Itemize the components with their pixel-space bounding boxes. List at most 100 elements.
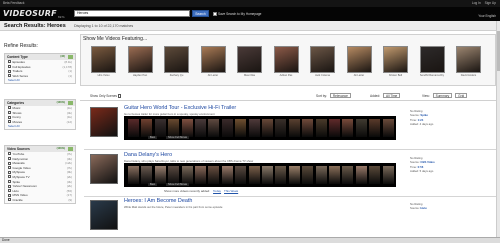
view-summary-button[interactable]: Summary	[432, 93, 453, 98]
featured-person-thumbnail[interactable]	[91, 46, 116, 73]
checkbox[interactable]	[8, 170, 11, 174]
featured-person[interactable]: David Anders	[455, 46, 482, 77]
checkbox[interactable]	[8, 189, 11, 193]
scene-frame[interactable]	[382, 166, 394, 184]
videosurf-logo[interactable]: VIDEOSURF	[3, 9, 57, 18]
scene-frame[interactable]	[315, 119, 327, 137]
featured-person-name[interactable]: Ali Larter	[200, 74, 227, 77]
save-search-checkbox[interactable]	[213, 11, 217, 16]
scene-frame[interactable]	[355, 119, 367, 137]
checkbox[interactable]	[8, 161, 11, 165]
view-grid-button[interactable]: Grid	[455, 93, 468, 98]
checkbox[interactable]	[8, 106, 11, 110]
scene-frame[interactable]	[235, 166, 247, 184]
scene-frame[interactable]	[329, 166, 340, 184]
featured-person-name[interactable]: Ali Larter	[346, 74, 373, 77]
featured-person-name[interactable]: Sendhil Ramamurthy	[419, 74, 446, 77]
signup-link[interactable]: Sign Up	[485, 1, 496, 5]
featured-person[interactable]: Hiro Yatsu	[90, 46, 117, 77]
featured-person-thumbnail[interactable]	[383, 46, 408, 73]
scene-frame[interactable]	[181, 166, 193, 184]
collapse-icon[interactable]	[68, 101, 73, 105]
scene-frame[interactable]	[195, 119, 206, 137]
scene-frame[interactable]	[369, 119, 381, 137]
save-search-toggle[interactable]: Save Search to My Homepage	[213, 11, 261, 17]
scene-frame[interactable]	[369, 166, 381, 184]
scene-frame[interactable]	[302, 119, 314, 137]
featured-person-thumbnail[interactable]	[419, 46, 445, 73]
checkbox[interactable]	[8, 74, 11, 78]
scene-frame[interactable]	[248, 166, 260, 184]
checkbox[interactable]	[8, 157, 11, 160]
scene-frame[interactable]	[208, 166, 220, 184]
scene-frame[interactable]	[141, 119, 153, 137]
search-input[interactable]: Heroes	[74, 10, 190, 17]
featured-person[interactable]: Ali Larter	[346, 46, 373, 77]
select-all-link[interactable]: Select All	[5, 124, 75, 129]
collapse-icon[interactable]	[68, 147, 73, 151]
scene-frame[interactable]	[168, 119, 180, 137]
scene-frame[interactable]	[221, 166, 233, 184]
featured-person-name[interactable]: Zachary Qu	[163, 74, 190, 77]
scene-frame[interactable]	[208, 119, 220, 137]
featured-person[interactable]: Masi Oka	[236, 46, 263, 77]
filter-option[interactable]: Web Series (1)	[5, 74, 75, 79]
featured-person-thumbnail[interactable]	[237, 46, 262, 73]
featured-person[interactable]: Jack Colema	[309, 46, 336, 77]
scene-frame[interactable]	[221, 119, 233, 137]
scene-frame[interactable]	[181, 119, 193, 137]
scene-frame[interactable]	[275, 166, 287, 184]
show-full-movie-button[interactable]: Show Full Movie	[166, 183, 190, 186]
featured-person-thumbnail[interactable]	[127, 46, 153, 73]
scene-frame[interactable]	[342, 119, 354, 137]
search-button[interactable]: Search	[192, 10, 209, 17]
scene-frame[interactable]	[275, 119, 287, 137]
featured-person[interactable]: Ali Larter	[200, 46, 227, 77]
scene-frame[interactable]	[262, 119, 273, 137]
beta-feedback-link[interactable]: Beta Feedback	[3, 0, 24, 7]
checkbox[interactable]	[8, 179, 11, 183]
scene-frame[interactable]	[141, 166, 153, 184]
featured-person-thumbnail[interactable]	[200, 46, 226, 73]
featured-person-thumbnail[interactable]	[456, 46, 481, 73]
featured-person-thumbnail[interactable]	[273, 46, 299, 73]
best-button[interactable]: Best	[148, 136, 158, 139]
featured-person[interactable]: Adrian Pas	[273, 46, 300, 77]
recently-added-link[interactable]: This Week	[224, 189, 238, 193]
result-title-link[interactable]: Dana Delany's Hero	[124, 152, 172, 158]
featured-person-thumbnail[interactable]	[346, 46, 372, 73]
featured-person-name[interactable]: Jack Colema	[309, 74, 336, 77]
checkbox[interactable]	[8, 175, 11, 179]
scrollbar[interactable]	[496, 21, 500, 238]
show-only-scenes-checkbox[interactable]	[117, 94, 122, 98]
filter-option[interactable]: Movies (12)	[5, 120, 75, 125]
scene-frame[interactable]	[329, 119, 340, 137]
scene-frame[interactable]	[342, 166, 354, 184]
checkbox[interactable]	[8, 60, 11, 64]
checkbox[interactable]	[8, 120, 11, 124]
result-thumbnail[interactable]	[90, 200, 118, 230]
show-only-scenes[interactable]: Show Only Scenes	[90, 93, 122, 99]
checkbox[interactable]	[8, 65, 11, 68]
scene-frame[interactable]	[288, 119, 300, 137]
scene-frame[interactable]	[355, 166, 367, 184]
added-select[interactable]: All Time	[383, 93, 401, 98]
featured-person-thumbnail[interactable]	[164, 46, 189, 73]
language-selector[interactable]: Your English	[478, 14, 496, 18]
checkbox[interactable]	[8, 111, 11, 114]
scene-frame[interactable]	[168, 166, 180, 184]
featured-person-name[interactable]: Masi Oka	[236, 74, 263, 77]
scene-frame[interactable]	[128, 166, 139, 184]
featured-person-name[interactable]: David Anders	[455, 74, 482, 77]
result-title-link[interactable]: Heroes: I Am Become Death	[124, 198, 192, 204]
result-thumbnail[interactable]	[90, 154, 118, 184]
checkbox[interactable]	[8, 166, 11, 170]
select-all-link[interactable]: Select All	[5, 78, 75, 83]
scene-frame[interactable]	[248, 119, 260, 137]
scene-frame[interactable]	[262, 166, 273, 184]
scene-frame[interactable]	[235, 119, 247, 137]
featured-person[interactable]: Sendhil Ramamurthy	[419, 46, 446, 77]
sort-by-select[interactable]: Relevance	[329, 93, 351, 98]
scene-frame[interactable]	[154, 166, 166, 184]
scene-frame[interactable]	[382, 119, 394, 137]
